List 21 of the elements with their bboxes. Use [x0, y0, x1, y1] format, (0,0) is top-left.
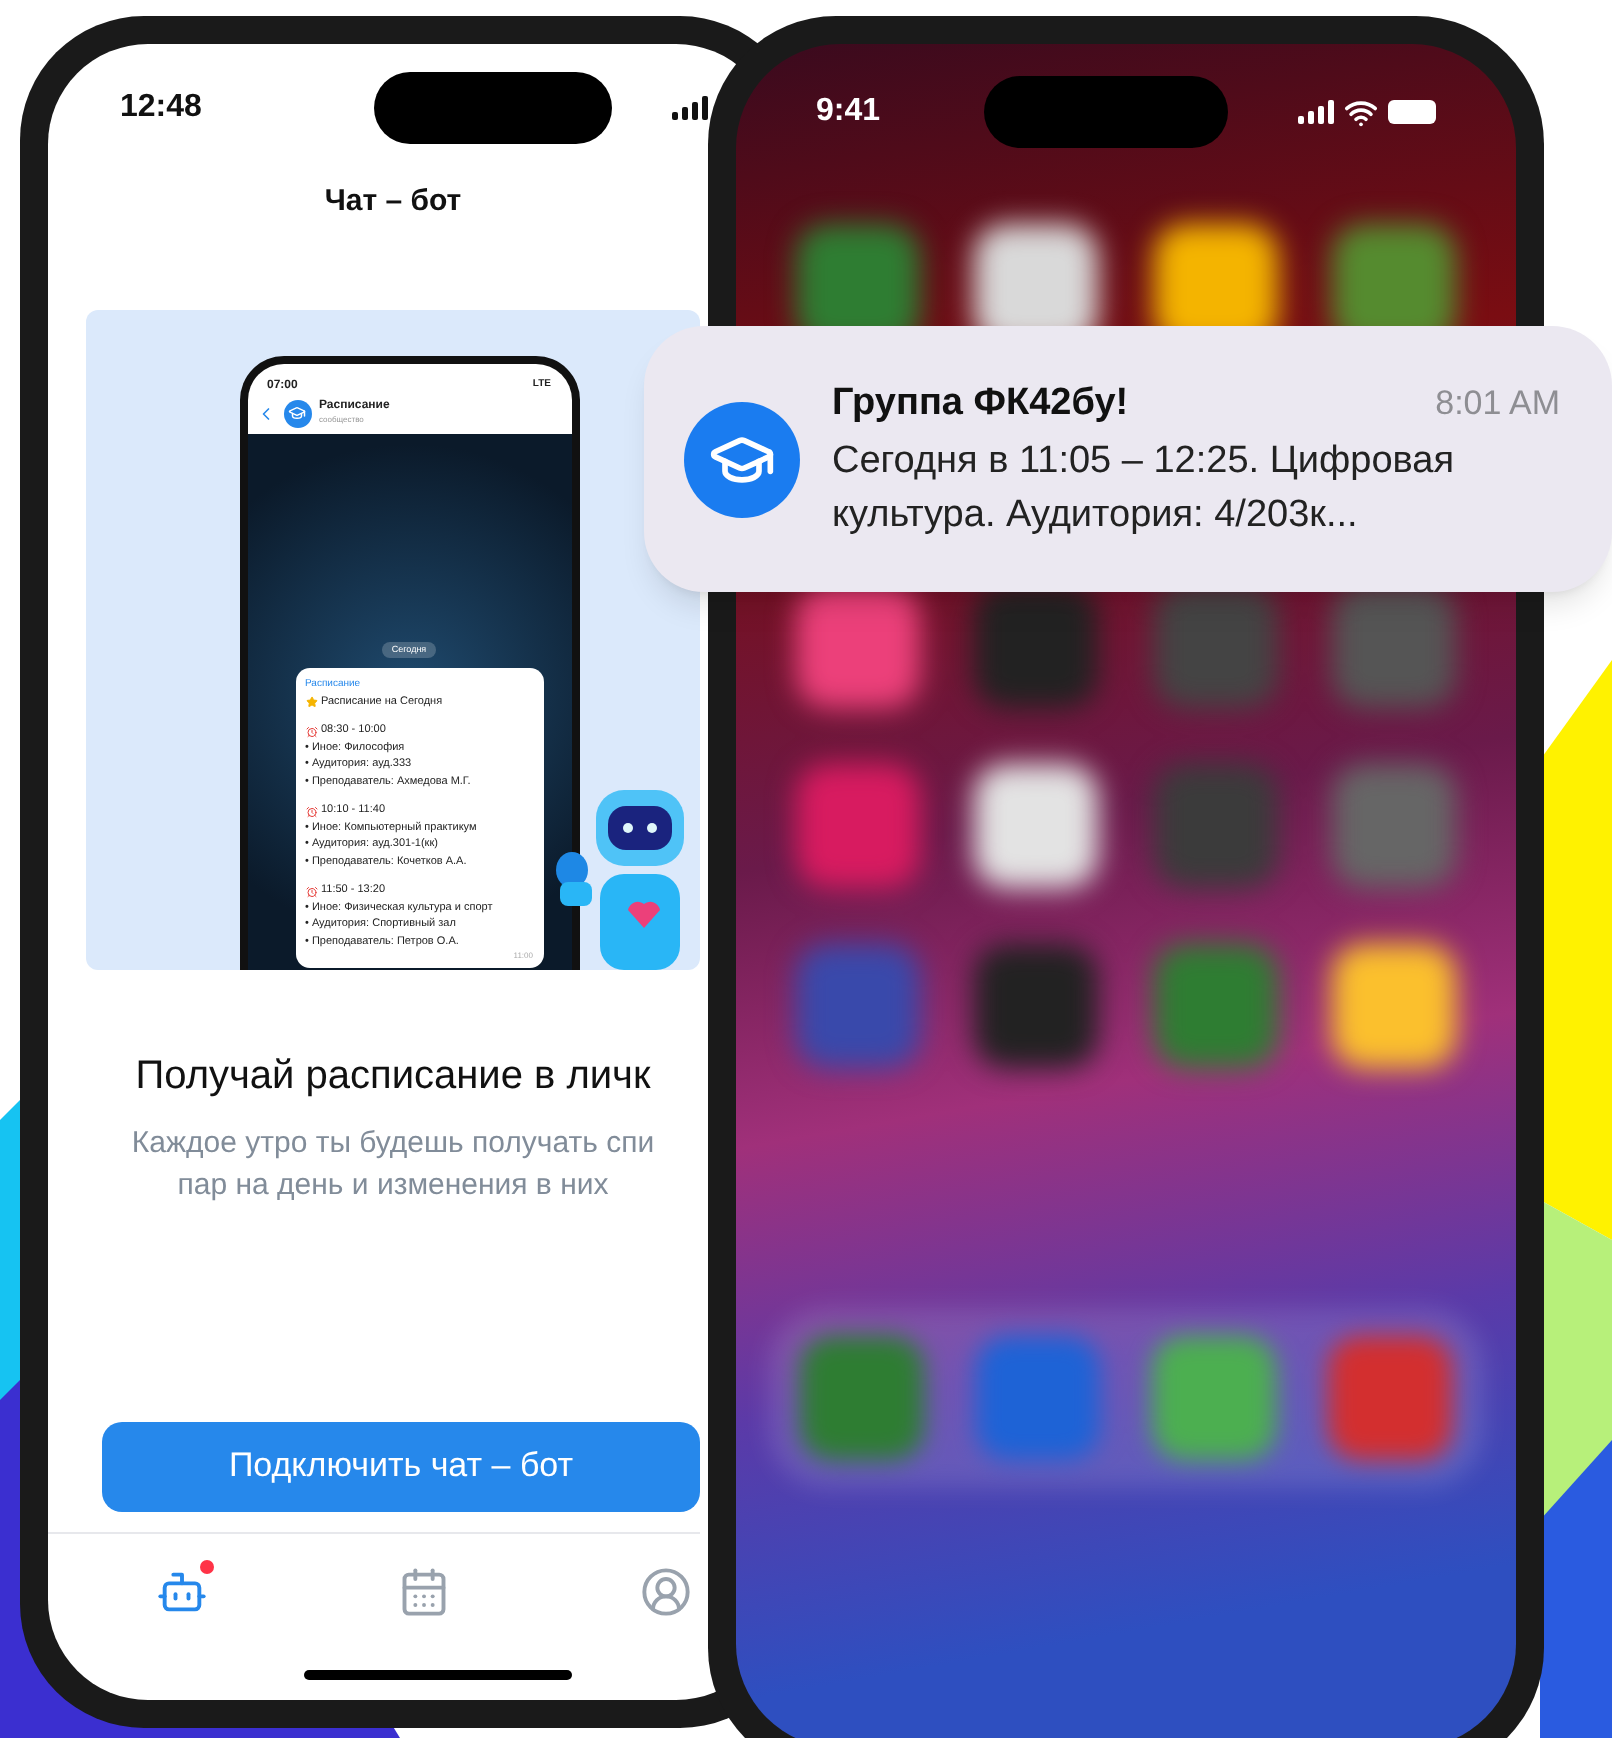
profile-icon — [640, 1565, 692, 1617]
status-time: 9:41 — [816, 92, 883, 132]
notification-time: 8:01 AM — [1435, 382, 1560, 427]
wifi-icon — [1344, 95, 1378, 129]
battery-icon — [1388, 100, 1436, 124]
status-time: 12:48 — [120, 88, 204, 128]
star-icon — [305, 696, 317, 708]
alarm-clock-icon — [305, 805, 317, 817]
promo-heading: Получай расписание в личк — [135, 1051, 651, 1101]
alarm-clock-icon — [305, 725, 317, 737]
notification-body: Сегодня в 11:05 – 12:25. Цифровая культура. Аудитория: 4/203к... — [832, 437, 1457, 540]
connect-button[interactable]: Подключить чат – бот — [102, 1421, 700, 1511]
alarm-clock-icon — [305, 885, 317, 897]
screen-title: Чат – бот — [324, 182, 462, 222]
signal-icon — [1298, 100, 1334, 124]
notification-banner[interactable]: Группа ФК42бу! 8:01 AM Сегодня в 11:05 – 12:25. Цифровая культура. Аудитория: 4/203к... — [644, 326, 1612, 592]
promo-description: Каждое утро ты будешь получать спи — [131, 1123, 655, 1163]
calendar-icon — [398, 1565, 450, 1617]
graduation-cap-icon — [288, 404, 306, 422]
promo-description: пар на день и изменения в них — [177, 1165, 609, 1205]
notification-title: Группа ФК42бу! — [832, 380, 1129, 429]
